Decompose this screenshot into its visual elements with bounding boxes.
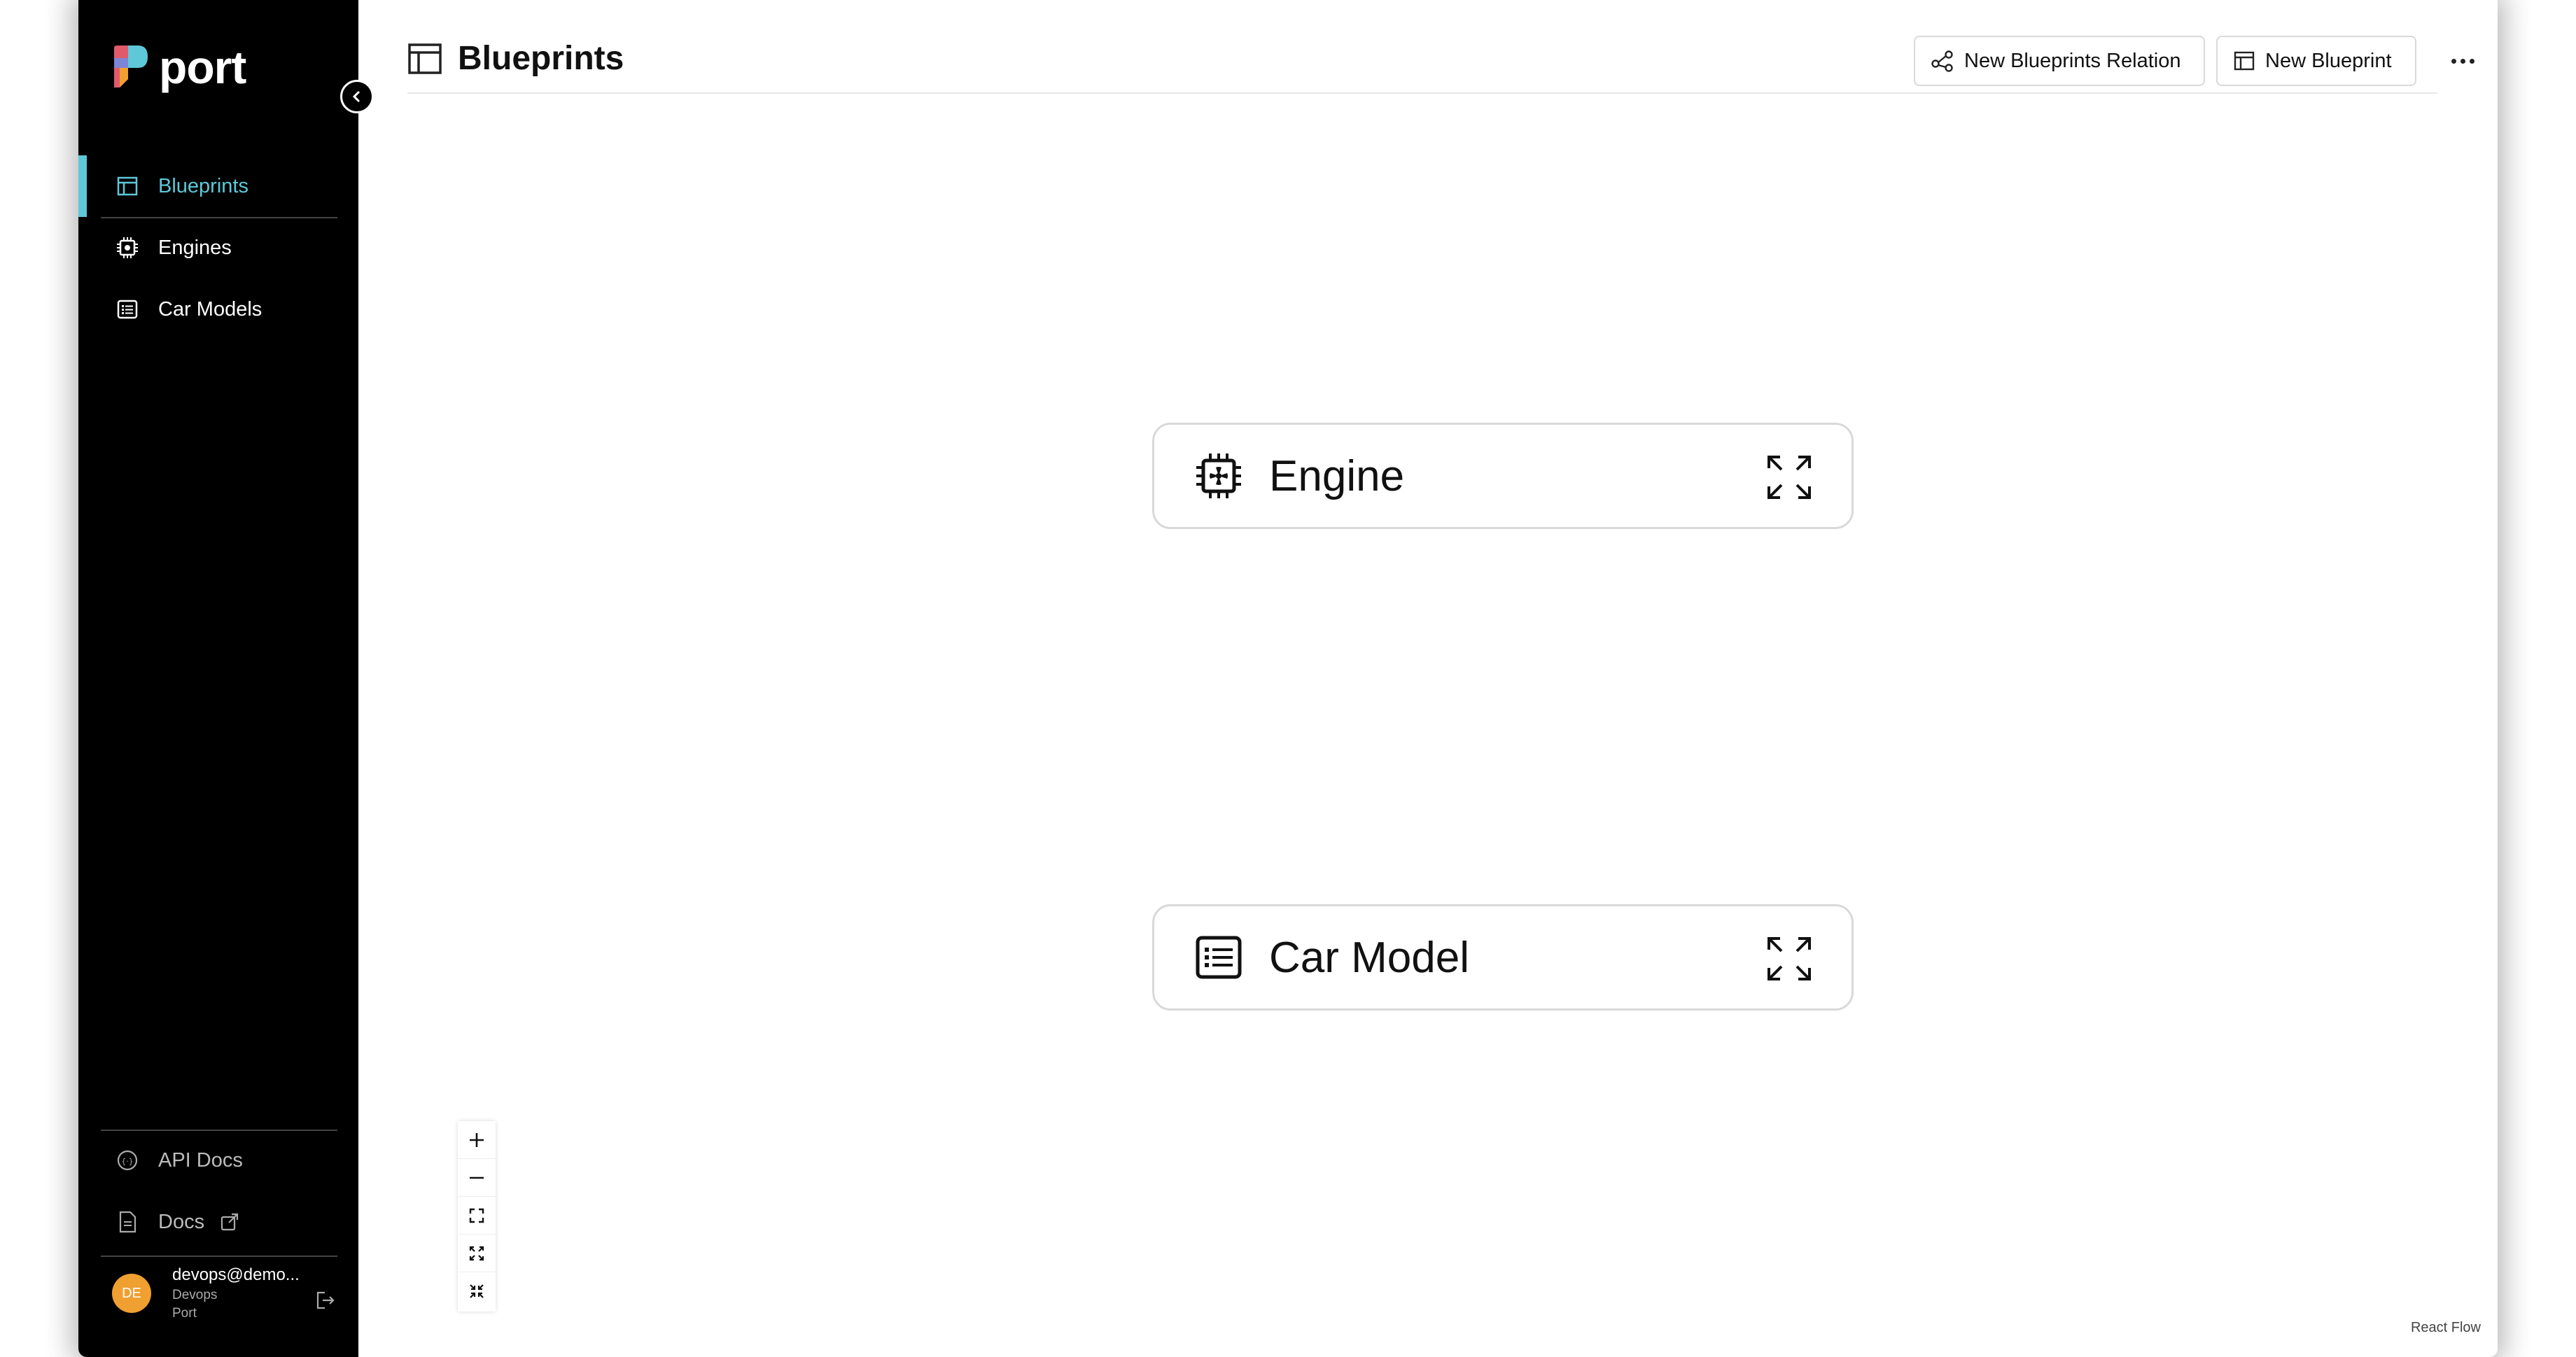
document-icon bbox=[113, 1208, 141, 1236]
page-title: Blueprints bbox=[458, 40, 624, 77]
user-org: Port bbox=[172, 1306, 197, 1321]
fit-view-button[interactable] bbox=[458, 1197, 496, 1235]
sidebar-item-api-docs[interactable]: {·} API Docs bbox=[78, 1130, 358, 1191]
blueprint-icon bbox=[408, 43, 442, 74]
user-role: Devops bbox=[172, 1288, 218, 1302]
flow-controls bbox=[458, 1121, 496, 1312]
brand-name: port bbox=[159, 41, 246, 93]
sidebar-item-label: Docs bbox=[158, 1210, 205, 1233]
user-email: devops@demo... bbox=[172, 1265, 300, 1284]
sidebar-bottom-nav: {·} API Docs Docs bbox=[78, 1130, 358, 1253]
dot bbox=[2469, 58, 2474, 64]
chevron-left-icon bbox=[352, 90, 360, 103]
blueprint-icon bbox=[113, 172, 141, 200]
sidebar-nav: Blueprints Engines Car Models bbox=[78, 155, 358, 340]
new-blueprint-button[interactable]: New Blueprint bbox=[2216, 36, 2416, 86]
expand-icon[interactable] bbox=[1766, 454, 1812, 500]
chip-icon bbox=[1196, 453, 1241, 498]
dot bbox=[2460, 58, 2465, 64]
svg-text:{·}: {·} bbox=[121, 1157, 134, 1166]
api-icon: {·} bbox=[113, 1146, 141, 1174]
sidebar-item-label: Car Models bbox=[158, 297, 262, 321]
main-content: Blueprints New Blueprints Relation New B… bbox=[358, 0, 2498, 1357]
sidebar-item-label: Blueprints bbox=[158, 174, 248, 197]
list-icon bbox=[113, 295, 141, 323]
fit-view-icon bbox=[469, 1208, 484, 1223]
expand-icon[interactable] bbox=[1766, 936, 1812, 982]
sidebar: port Blueprints Engines Car Models {·} A… bbox=[78, 0, 358, 1357]
new-blueprints-relation-button[interactable]: New Blueprints Relation bbox=[1914, 36, 2205, 86]
collapse-all-button[interactable] bbox=[458, 1272, 496, 1310]
zoom-out-button[interactable] bbox=[458, 1159, 496, 1197]
app-window: port Blueprints Engines Car Models {·} A… bbox=[78, 0, 2498, 1357]
blueprint-node-engine[interactable]: Engine bbox=[1152, 423, 1854, 529]
user-profile[interactable]: DE devops@demo... Devops Port bbox=[112, 1265, 300, 1321]
sidebar-item-label: Engines bbox=[158, 236, 232, 259]
sidebar-item-car-models[interactable]: Car Models bbox=[78, 279, 358, 340]
button-label: New Blueprints Relation bbox=[1964, 49, 2181, 72]
page-header: Blueprints New Blueprints Relation New B… bbox=[407, 0, 2474, 94]
react-flow-attribution[interactable]: React Flow bbox=[2411, 1320, 2481, 1336]
logout-icon[interactable] bbox=[315, 1290, 336, 1311]
plus-icon bbox=[470, 1132, 484, 1147]
collapse-all-icon bbox=[470, 1284, 484, 1298]
collapse-sidebar-button[interactable] bbox=[340, 80, 374, 113]
relation-icon bbox=[1931, 50, 1953, 72]
sidebar-item-engines[interactable]: Engines bbox=[78, 217, 358, 279]
nav-divider bbox=[101, 1256, 337, 1257]
avatar: DE bbox=[112, 1274, 151, 1313]
port-logo[interactable]: port bbox=[110, 41, 246, 94]
zoom-in-button[interactable] bbox=[458, 1121, 496, 1159]
node-label: Car Model bbox=[1269, 933, 1469, 982]
expand-all-button[interactable] bbox=[458, 1235, 496, 1272]
expand-all-icon bbox=[469, 1246, 484, 1260]
external-link-icon bbox=[220, 1212, 239, 1232]
sidebar-item-label: API Docs bbox=[158, 1148, 243, 1172]
blueprint-node-car-model[interactable]: Car Model bbox=[1152, 904, 1854, 1011]
dot bbox=[2451, 58, 2456, 64]
list-icon bbox=[1196, 936, 1242, 979]
blueprint-icon bbox=[2234, 51, 2255, 71]
more-options-button[interactable] bbox=[2447, 49, 2478, 73]
port-logo-icon bbox=[114, 45, 148, 87]
sidebar-item-blueprints[interactable]: Blueprints bbox=[78, 155, 358, 217]
sidebar-item-docs[interactable]: Docs bbox=[78, 1191, 358, 1253]
button-label: New Blueprint bbox=[2265, 49, 2392, 72]
chip-icon bbox=[113, 234, 141, 262]
node-label: Engine bbox=[1269, 451, 1405, 500]
minus-icon bbox=[470, 1176, 484, 1179]
